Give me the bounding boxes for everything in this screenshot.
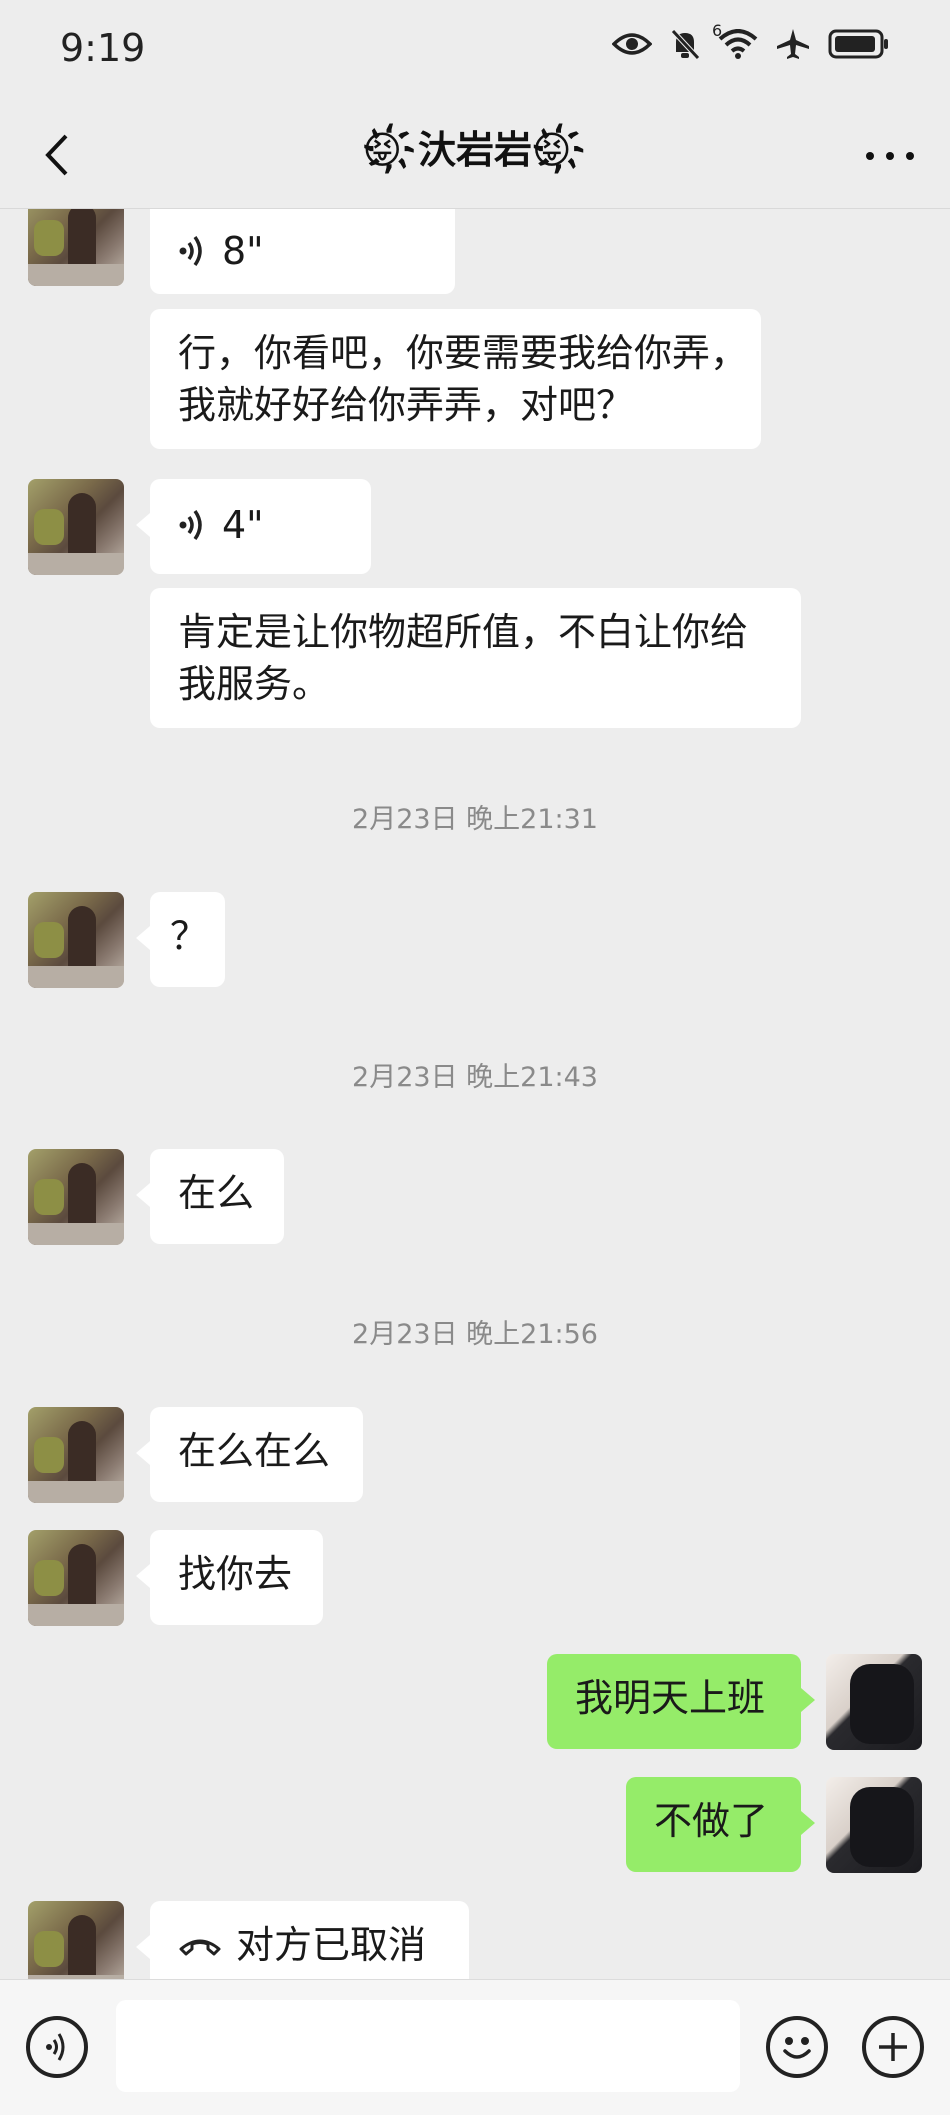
contact-avatar[interactable] [28,209,124,286]
call-status: 对方已取消 [236,1923,427,1967]
call-message[interactable]: 对方已取消 [136,1901,469,1979]
mute-bell-icon [671,29,700,60]
message-text: 在么在么 [178,1429,331,1473]
message-text: 不做了 [654,1799,769,1843]
plus-icon [879,2033,907,2061]
wifi-icon [718,29,758,59]
my-avatar[interactable] [826,1777,922,1873]
emoji-icon [783,2037,811,2059]
message-text: 我明天上班 [575,1676,766,1720]
voice-message[interactable]: 4" [136,479,371,574]
text-message[interactable]: 找你去 [136,1530,323,1625]
chat-header: 😝҉汏岩岩😝҉ [0,100,950,209]
message-line: 肯定是让你物超所值，不白让你给 [178,610,749,654]
message-list[interactable]: 8" 行，你看吧，你要需要我给你弄， 我就好好给你弄弄，对吧？ 4" 肯定是让你… [0,209,950,1979]
message-text: 在么 [178,1171,255,1215]
message-text: 找你去 [178,1552,293,1596]
my-text-message[interactable]: 我明天上班 [547,1654,815,1749]
message-line: 行，你看吧，你要需要我给你弄， [178,331,749,375]
status-bar: 9:19 6 [0,0,950,100]
text-message[interactable]: 肯定是让你物超所值，不白让你给 我服务。 [150,588,801,728]
plus-button[interactable] [862,2016,924,2078]
call-cancel-icon [179,1939,221,1956]
input-bar [0,1979,950,2115]
signal-label: 6 [712,21,723,40]
message-text: ？ [170,914,209,958]
status-time: 9:19 [60,26,146,70]
message-input[interactable] [116,2000,740,2092]
voice-input-button[interactable] [26,2016,88,2078]
timestamp: 2月23日 晚上21:56 [352,1319,598,1350]
voice-duration: 8" [222,229,264,273]
contact-avatar[interactable] [28,1407,124,1503]
contact-avatar[interactable] [28,892,124,988]
contact-avatar[interactable] [28,1530,124,1626]
contact-avatar[interactable] [28,1149,124,1245]
text-message[interactable]: 在么 [136,1149,284,1244]
voice-icon [179,235,202,267]
chat-title: 😝҉汏岩岩😝҉ [362,128,588,172]
airplane-icon [777,29,809,59]
voice-duration: 4" [222,503,264,547]
contact-avatar[interactable] [28,1901,124,1979]
battery-icon [828,29,888,59]
message-line: 我就好好给你弄弄，对吧？ [178,383,635,427]
my-text-message[interactable]: 不做了 [626,1777,815,1872]
timestamp: 2月23日 晚上21:31 [352,804,598,835]
voice-message[interactable]: 8" [150,209,455,294]
text-message[interactable]: 行，你看吧，你要需要我给你弄， 我就好好给你弄弄，对吧？ [150,309,761,449]
eye-icon [612,33,652,55]
timestamp: 2月23日 晚上21:43 [352,1062,598,1093]
message-line: 我服务。 [178,662,331,706]
more-icon[interactable] [860,136,920,176]
contact-avatar[interactable] [28,479,124,575]
voice-icon [179,509,202,541]
status-icons: 6 [612,21,890,60]
voice-input-icon [46,2033,65,2061]
text-message[interactable]: 在么在么 [136,1407,363,1502]
my-avatar[interactable] [826,1654,922,1750]
text-message[interactable]: ？ [136,892,225,987]
emoji-button[interactable] [766,2016,828,2078]
wifi-indicator: 6 [712,21,758,59]
